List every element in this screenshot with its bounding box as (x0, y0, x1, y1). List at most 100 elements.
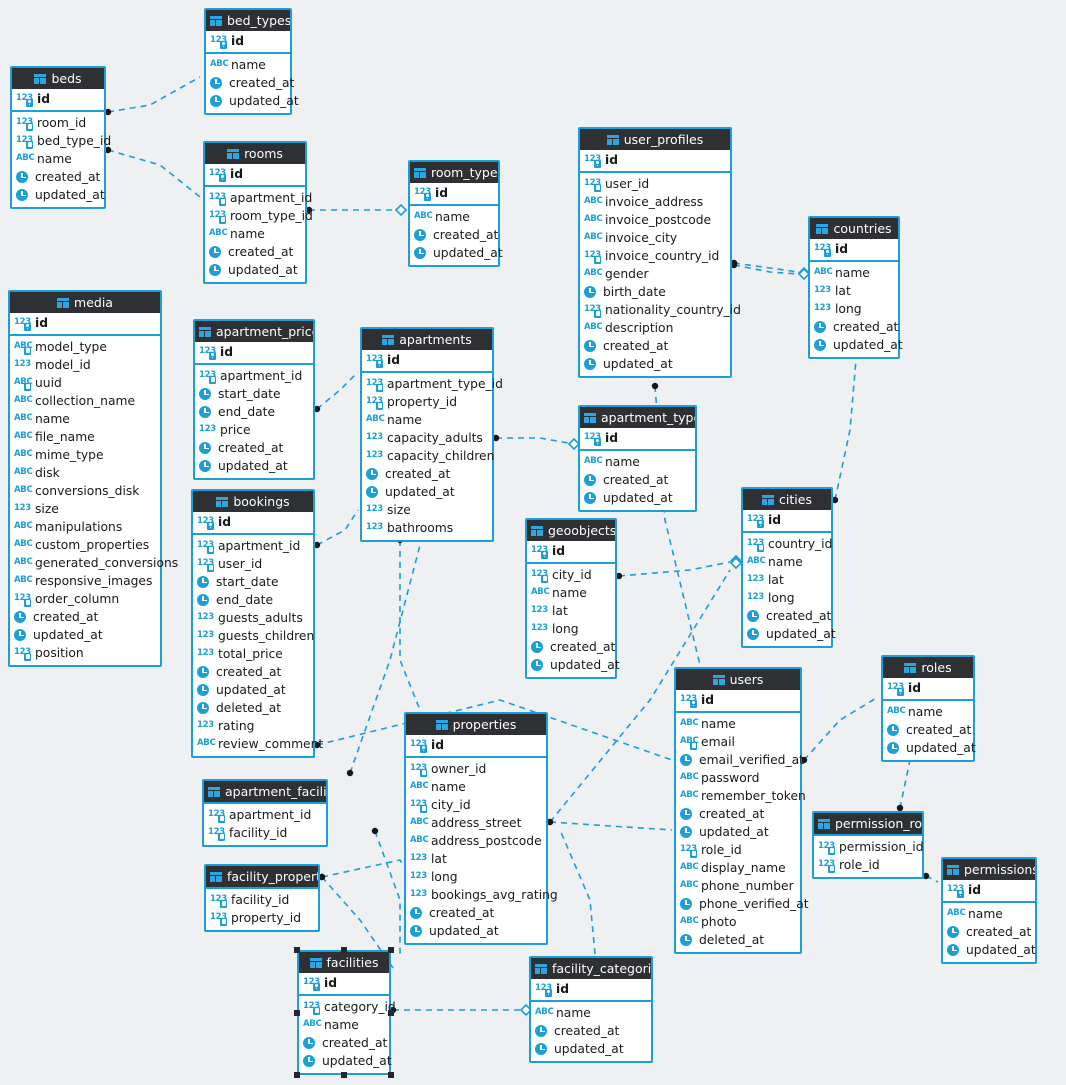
primary-key-row[interactable]: 123 id (193, 513, 313, 531)
column-row[interactable]: 123 apartment_id (193, 537, 313, 555)
column-row[interactable]: updated_at (580, 355, 730, 373)
column-row[interactable]: phone_verified_at (676, 895, 809, 913)
column-row[interactable]: 123 position (10, 644, 160, 662)
column-row[interactable]: ABC phone_number (676, 877, 800, 895)
column-row[interactable]: updated_at (299, 1052, 392, 1070)
column-row[interactable]: 123 bathrooms (362, 519, 492, 537)
column-row[interactable]: 123 city_id (406, 796, 546, 814)
relationship-line[interactable] (733, 262, 799, 273)
column-row[interactable]: created_at (810, 318, 898, 336)
table-countries[interactable]: countries 123 id ABC name 123 lat 123 long create… (808, 216, 903, 359)
column-row[interactable]: 123 role_id (676, 841, 800, 859)
column-row[interactable]: 123 size (362, 501, 492, 519)
column-row[interactable]: ABC custom_properties (10, 536, 160, 554)
column-row[interactable]: created_at (676, 805, 800, 823)
relationship-line[interactable] (834, 359, 857, 501)
column-row[interactable]: created_at (195, 439, 313, 457)
column-row[interactable]: 123 guests_adults (193, 609, 313, 627)
relationship-line[interactable] (733, 264, 799, 275)
column-row[interactable]: ABC review_comment (193, 735, 323, 753)
column-row[interactable]: 123 long (406, 868, 546, 886)
column-row[interactable]: ABC generated_conversions (10, 554, 178, 572)
column-row[interactable]: updated_at (10, 626, 160, 644)
relationship-line[interactable] (549, 821, 673, 831)
table-facility_property[interactable]: facility_property123facility_id123proper… (204, 864, 320, 932)
column-row[interactable]: 123 country_id (743, 535, 832, 553)
column-row[interactable]: 123 apartment_id (205, 189, 312, 207)
relationship-endpoint-one[interactable] (729, 556, 743, 570)
column-row[interactable]: ABC email (676, 733, 800, 751)
column-row[interactable]: 123 lat (406, 850, 546, 868)
er-diagram-canvas[interactable]: bed_types 123 id ABC name created_at updated_a… (0, 0, 1066, 1085)
relationship-line[interactable] (107, 149, 201, 198)
column-row[interactable]: ABC manipulations (10, 518, 160, 536)
column-row[interactable]: ABC name (676, 715, 800, 733)
column-row[interactable]: 123 size (10, 500, 160, 518)
column-row[interactable]: 123 facility_id (206, 891, 318, 909)
selection-handle[interactable] (388, 947, 394, 953)
column-row[interactable]: created_at (406, 904, 546, 922)
table-header[interactable]: apartment_facility (204, 781, 326, 802)
relationship-endpoint-one[interactable] (394, 203, 408, 217)
column-row[interactable]: updated_at (883, 739, 976, 757)
table-header[interactable]: cities (743, 489, 831, 510)
column-row[interactable]: birth_date (580, 283, 730, 301)
column-row[interactable]: ABC name (362, 411, 492, 429)
column-row[interactable]: ABC invoice_city (580, 229, 730, 247)
column-row[interactable]: ABC name (810, 264, 898, 282)
column-row[interactable]: deleted_at (193, 699, 313, 717)
primary-key-row[interactable]: 123 id (943, 881, 1035, 899)
column-row[interactable]: updated_at (527, 656, 620, 674)
relationship-endpoint-many[interactable] (346, 769, 354, 777)
column-row[interactable]: 123 room_type_id (205, 207, 313, 225)
column-row[interactable]: updated_at (676, 823, 800, 841)
table-header[interactable]: room_types (410, 162, 498, 183)
column-row[interactable]: ABC name (12, 150, 104, 168)
table-header[interactable]: bed_types (206, 10, 290, 31)
column-row[interactable]: ABC name (580, 453, 695, 471)
column-row[interactable]: created_at (299, 1034, 389, 1052)
column-row[interactable]: 123 invoice_country_id (580, 247, 730, 265)
selection-handle[interactable] (341, 947, 347, 953)
column-row[interactable]: ABC responsive_images (10, 572, 160, 590)
column-row[interactable]: created_at (206, 74, 294, 92)
table-beds[interactable]: beds 123 id 123 room_id 123 bed_type_id ABC name… (10, 66, 111, 209)
table-facilities[interactable]: facilities 123 id 123 category_id ABC name crea… (297, 950, 396, 1075)
selection-handle[interactable] (388, 1009, 394, 1016)
selection-handle[interactable] (294, 1009, 300, 1016)
primary-key-row[interactable]: 123 id (580, 429, 695, 447)
column-row[interactable]: ABC name (406, 778, 546, 796)
primary-key-row[interactable]: 123 id (205, 165, 305, 183)
column-row[interactable]: created_at (12, 168, 104, 186)
table-header[interactable]: users (676, 669, 800, 690)
column-row[interactable]: updated_at (362, 483, 492, 501)
table-header[interactable]: properties (406, 714, 546, 735)
column-row[interactable]: 123 apartment_id (204, 806, 326, 824)
column-row[interactable]: 123 lat (810, 282, 898, 300)
column-row[interactable]: 123 order_column (10, 590, 160, 608)
column-row[interactable]: updated_at (410, 244, 503, 262)
column-row[interactable]: updated_at (943, 941, 1036, 959)
column-row[interactable]: ABC disk (10, 464, 160, 482)
primary-key-row[interactable]: 123 id (12, 90, 104, 108)
column-row[interactable]: 123 bed_type_id (12, 132, 111, 150)
table-properties[interactable]: properties 123 id 123 owner_id ABC name 123 city… (404, 712, 558, 945)
column-row[interactable]: 123 long (527, 620, 615, 638)
column-row[interactable]: ABC name (205, 225, 305, 243)
column-row[interactable]: 123 long (810, 300, 898, 318)
column-row[interactable]: ABC remember_token (676, 787, 806, 805)
column-row[interactable]: 123 price (195, 421, 313, 439)
column-row[interactable]: created_at (883, 721, 973, 739)
column-row[interactable]: 123 facility_id (204, 824, 326, 842)
column-row[interactable]: updated_at (205, 261, 305, 279)
table-header[interactable]: apartments (362, 329, 492, 350)
table-header[interactable]: beds (12, 68, 104, 89)
column-row[interactable]: ABC display_name (676, 859, 800, 877)
primary-key-row[interactable]: 123 id (531, 980, 651, 998)
table-geoobjects[interactable]: geoobjects 123 id 123 city_id ABC name 123 lat 12… (525, 518, 620, 679)
table-header[interactable]: rooms (205, 143, 305, 164)
table-header[interactable]: facility_property (206, 866, 318, 887)
table-bookings[interactable]: bookings 123 id 123 apartment_id 123 user_id st… (191, 489, 323, 758)
column-row[interactable]: 123 long (743, 589, 831, 607)
column-row[interactable]: updated_at (193, 681, 313, 699)
